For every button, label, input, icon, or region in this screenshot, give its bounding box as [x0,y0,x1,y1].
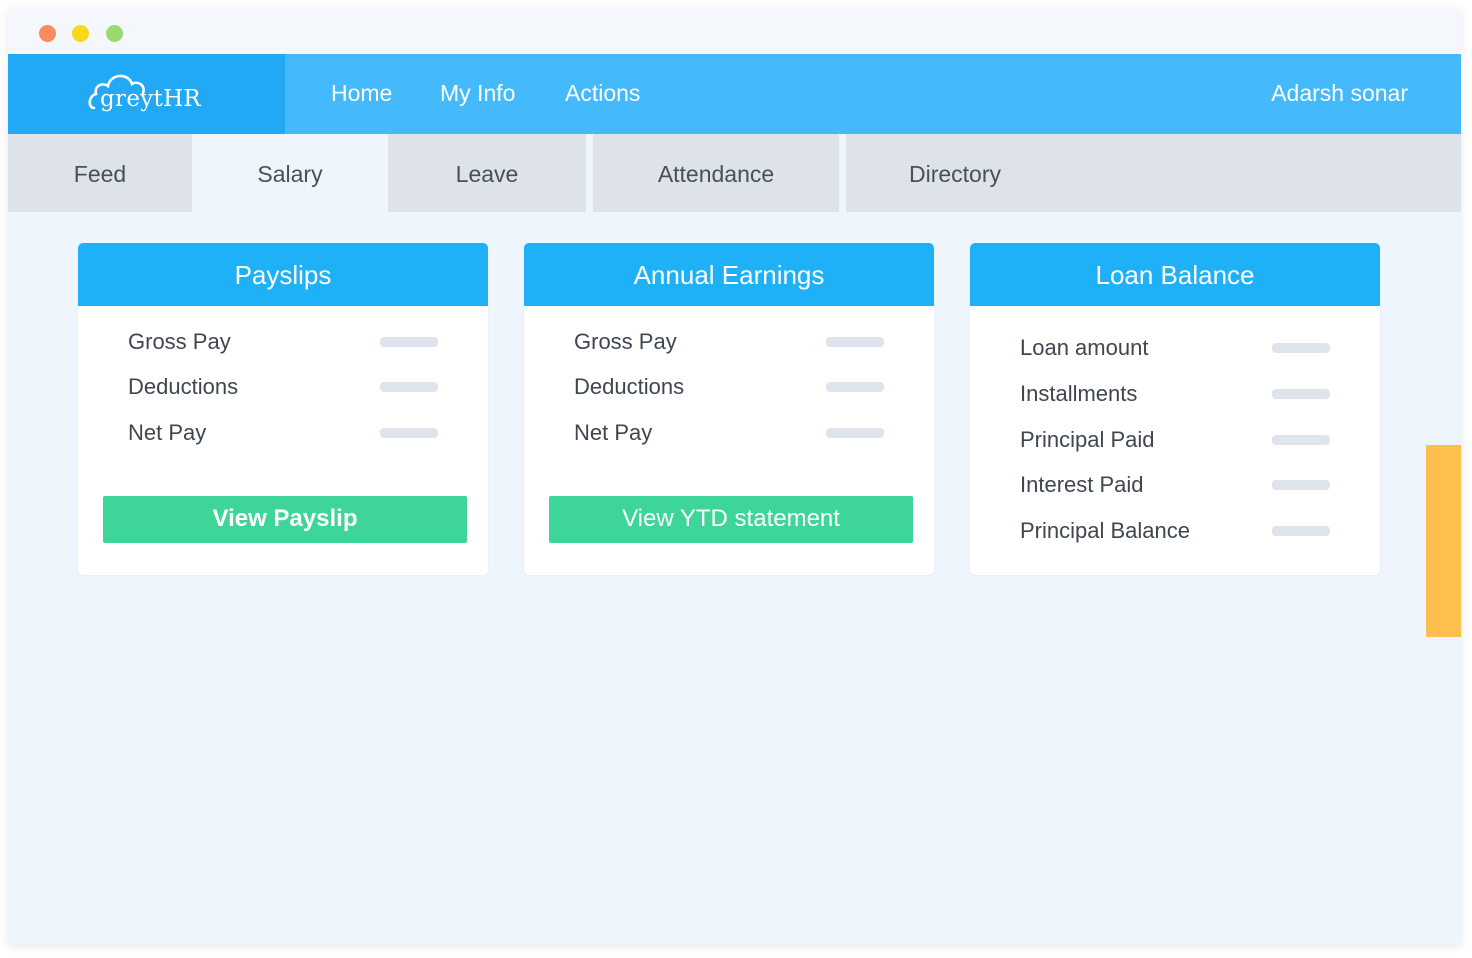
row-label: Principal Balance [1020,518,1190,543]
payslips-row-net-pay: Net Pay [128,418,438,448]
top-navigation-bar: greytHR Home My Info Actions Adarsh sona… [8,54,1461,134]
close-window-button[interactable] [39,25,56,42]
nav-my-info[interactable]: My Info [440,80,515,107]
maximize-window-button[interactable] [106,25,123,42]
minimize-window-button[interactable] [72,25,89,42]
view-payslip-button[interactable]: View Payslip [103,496,467,543]
value-placeholder [1272,435,1330,445]
annual-earnings-row-net-pay: Net Pay [574,418,884,448]
loan-row-loan-amount: Loan amount [1020,333,1330,363]
logo-text: greytHR [100,86,202,112]
brand-logo[interactable]: greytHR [8,54,285,134]
value-placeholder [826,428,884,438]
tab-salary[interactable]: Salary [192,134,388,212]
value-placeholder [1272,343,1330,353]
payslips-row-deductions: Deductions [128,372,438,402]
loan-balance-card: Loan Balance Loan amount Installments Pr… [970,243,1380,575]
row-label: Principal Paid [1020,427,1155,452]
annual-earnings-card: Annual Earnings Gross Pay Deductions Net… [524,243,934,575]
loan-row-installments: Installments [1020,379,1330,409]
value-placeholder [380,382,438,392]
value-placeholder [826,382,884,392]
value-placeholder [380,428,438,438]
loan-balance-title: Loan Balance [970,243,1380,306]
row-label: Net Pay [574,420,653,445]
annual-earnings-title: Annual Earnings [524,243,934,306]
row-label: Loan amount [1020,335,1149,360]
tab-directory[interactable]: Directory [846,134,1461,212]
value-placeholder [826,337,884,347]
value-placeholder [1272,526,1330,536]
nav-home[interactable]: Home [331,80,392,107]
loan-row-interest-paid: Interest Paid [1020,470,1330,500]
view-ytd-statement-button[interactable]: View YTD statement [549,496,913,543]
tab-attendance[interactable]: Attendance [593,134,839,212]
tab-directory-label: Directory [909,161,1002,187]
annual-earnings-row-gross-pay: Gross Pay [574,327,884,357]
window-titlebar [8,8,1461,54]
loan-row-principal-paid: Principal Paid [1020,425,1330,455]
section-tabs: Feed Salary Leave Attendance Directory [8,134,1461,212]
payslips-title: Payslips [78,243,488,306]
value-placeholder [1272,389,1330,399]
annual-earnings-row-deductions: Deductions [574,372,884,402]
row-label: Installments [1020,381,1138,406]
row-label: Interest Paid [1020,472,1144,497]
payslips-row-gross-pay: Gross Pay [128,327,438,357]
tab-leave[interactable]: Leave [388,134,586,212]
payslips-card: Payslips Gross Pay Deductions Net Pay Vi… [78,243,488,575]
nav-actions[interactable]: Actions [565,80,640,107]
row-label: Deductions [128,374,239,399]
value-placeholder [380,337,438,347]
row-label: Gross Pay [574,329,677,354]
tab-feed[interactable]: Feed [8,134,192,212]
loan-row-principal-balance: Principal Balance [1020,516,1330,546]
feedback-tab[interactable] [1426,445,1461,637]
app-window: greytHR Home My Info Actions Adarsh sona… [8,8,1461,944]
row-label: Net Pay [128,420,207,445]
user-menu[interactable]: Adarsh sonar [1271,80,1408,107]
row-label: Gross Pay [128,329,231,354]
row-label: Deductions [574,374,685,399]
value-placeholder [1272,480,1330,490]
